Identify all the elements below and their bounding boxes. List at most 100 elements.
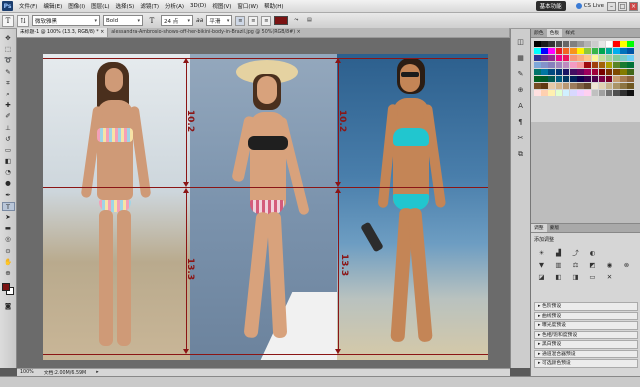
- brush-tool-icon[interactable]: ✐: [2, 112, 15, 121]
- color-swatch[interactable]: [534, 41, 541, 48]
- tab-swatches[interactable]: 色板: [546, 29, 563, 37]
- color-swatch[interactable]: [627, 41, 635, 48]
- color-swatch[interactable]: [613, 82, 620, 90]
- preset-black-white[interactable]: ▸ 黑白预设: [534, 340, 638, 349]
- zoom-level[interactable]: 100%: [20, 370, 34, 375]
- gradient-map-icon[interactable]: ▭: [587, 273, 598, 282]
- color-swatch[interactable]: [627, 61, 635, 69]
- color-swatch[interactable]: [569, 75, 577, 83]
- color-swatch[interactable]: [541, 68, 548, 76]
- align-center-button[interactable]: ≡: [248, 15, 259, 26]
- color-swatch[interactable]: [605, 47, 613, 55]
- color-swatch[interactable]: [569, 47, 577, 55]
- color-swatch[interactable]: [569, 54, 577, 62]
- color-swatch[interactable]: [534, 89, 541, 97]
- color-swatch[interactable]: [562, 41, 570, 48]
- color-swatch[interactable]: [613, 61, 620, 69]
- color-swatch[interactable]: [555, 41, 563, 48]
- tab-untitled[interactable]: 未标题-1 @ 100% (13.3, RGB/8) * ×: [17, 28, 109, 37]
- type-tool-icon[interactable]: T: [2, 14, 14, 27]
- color-swatch[interactable]: [598, 82, 606, 90]
- color-swatch[interactable]: [562, 61, 570, 69]
- invert-icon[interactable]: ◪: [536, 273, 547, 282]
- pen-tool-icon[interactable]: ✒: [2, 191, 15, 200]
- lasso-tool-icon[interactable]: ➰: [2, 56, 15, 65]
- color-swatch[interactable]: [548, 41, 555, 48]
- menu-3d[interactable]: 3D(D): [187, 3, 209, 9]
- clone-source-icon[interactable]: ⊕: [515, 85, 527, 96]
- color-swatch[interactable]: [598, 68, 606, 76]
- color-swatch[interactable]: [605, 89, 613, 97]
- close-button[interactable]: ×: [629, 1, 638, 11]
- selective-color-icon[interactable]: ✕: [604, 273, 615, 282]
- layer-comps-icon[interactable]: ⧉: [515, 149, 527, 160]
- font-size-select[interactable]: 24 点 ▾: [161, 15, 193, 26]
- hue-saturation-icon[interactable]: ▥: [553, 261, 564, 270]
- color-swatch[interactable]: [584, 75, 591, 83]
- color-swatch[interactable]: [598, 61, 606, 69]
- menu-image[interactable]: 图像(I): [65, 2, 88, 10]
- color-swatch[interactable]: [555, 54, 563, 62]
- color-swatch[interactable]: [605, 82, 613, 90]
- tab-masks[interactable]: 蒙版: [547, 224, 563, 232]
- preset-selective-color[interactable]: ▸ 可选颜色预设: [534, 359, 638, 368]
- color-swatch[interactable]: [627, 89, 635, 97]
- color-swatch[interactable]: [613, 68, 620, 76]
- menu-file[interactable]: 文件(F): [16, 2, 40, 10]
- color-swatch[interactable]: [627, 82, 635, 90]
- menu-view[interactable]: 视图(V): [209, 2, 234, 10]
- color-swatch[interactable]: [569, 68, 577, 76]
- color-swatch[interactable]: [548, 82, 555, 90]
- color-swatch[interactable]: [548, 61, 555, 69]
- document-canvas[interactable]: 10.2 10.2 13.3 13.3: [43, 54, 488, 360]
- color-swatch[interactable]: [598, 89, 606, 97]
- tab-styles[interactable]: 样式: [562, 29, 578, 37]
- color-swatch[interactable]: [541, 82, 548, 90]
- color-swatch[interactable]: [613, 89, 620, 97]
- color-swatch[interactable]: [555, 82, 563, 90]
- text-orientation-icon[interactable]: ⇅: [17, 14, 29, 27]
- color-swatch[interactable]: [584, 47, 591, 55]
- marquee-tool-icon[interactable]: ⬚: [2, 45, 15, 54]
- color-swatch[interactable]: [620, 47, 627, 55]
- foreground-color[interactable]: [1, 283, 10, 292]
- hand-tool-icon[interactable]: ✋: [2, 258, 15, 267]
- color-swatch[interactable]: [541, 89, 548, 97]
- eyedropper-tool-icon[interactable]: ⌕: [2, 90, 15, 99]
- 3d-rotate-tool-icon[interactable]: ◎: [2, 235, 15, 244]
- color-swatch[interactable]: [555, 75, 563, 83]
- color-swatch[interactable]: [584, 61, 591, 69]
- color-swatch[interactable]: [584, 82, 591, 90]
- black-white-icon[interactable]: ◩: [587, 261, 598, 270]
- color-swatch[interactable]: [534, 82, 541, 90]
- color-swatches[interactable]: [1, 283, 15, 296]
- menu-window[interactable]: 窗口(W): [234, 2, 261, 10]
- color-swatch[interactable]: [605, 54, 613, 62]
- color-swatch[interactable]: [627, 68, 635, 76]
- antialias-select[interactable]: 平滑 ▾: [206, 15, 233, 26]
- color-swatch[interactable]: [534, 47, 541, 55]
- color-swatch[interactable]: [598, 54, 606, 62]
- color-swatch[interactable]: [577, 61, 584, 69]
- character-icon[interactable]: A: [515, 101, 527, 112]
- color-swatch[interactable]: [577, 41, 584, 48]
- color-swatch[interactable]: [605, 61, 613, 69]
- preset-hue-saturation[interactable]: ▸ 色相/饱和度预设: [534, 330, 638, 339]
- color-swatch[interactable]: [620, 61, 627, 69]
- color-swatch[interactable]: [620, 68, 627, 76]
- vibrance-icon[interactable]: ▼: [536, 261, 547, 270]
- color-swatch[interactable]: [577, 82, 584, 90]
- color-swatch[interactable]: [569, 82, 577, 90]
- color-swatch[interactable]: [577, 68, 584, 76]
- color-swatch[interactable]: [555, 89, 563, 97]
- color-swatch[interactable]: [569, 41, 577, 48]
- color-swatch[interactable]: [569, 61, 577, 69]
- menu-filter[interactable]: 滤镜(T): [137, 2, 162, 10]
- color-swatch[interactable]: [577, 47, 584, 55]
- eraser-tool-icon[interactable]: ▭: [2, 146, 15, 155]
- color-swatch[interactable]: [562, 82, 570, 90]
- tool-preset-icon[interactable]: ✂: [515, 133, 527, 144]
- healing-brush-tool-icon[interactable]: ✚: [2, 101, 15, 110]
- color-balance-icon[interactable]: ⚖: [570, 261, 581, 270]
- history-brush-tool-icon[interactable]: ↺: [2, 135, 15, 144]
